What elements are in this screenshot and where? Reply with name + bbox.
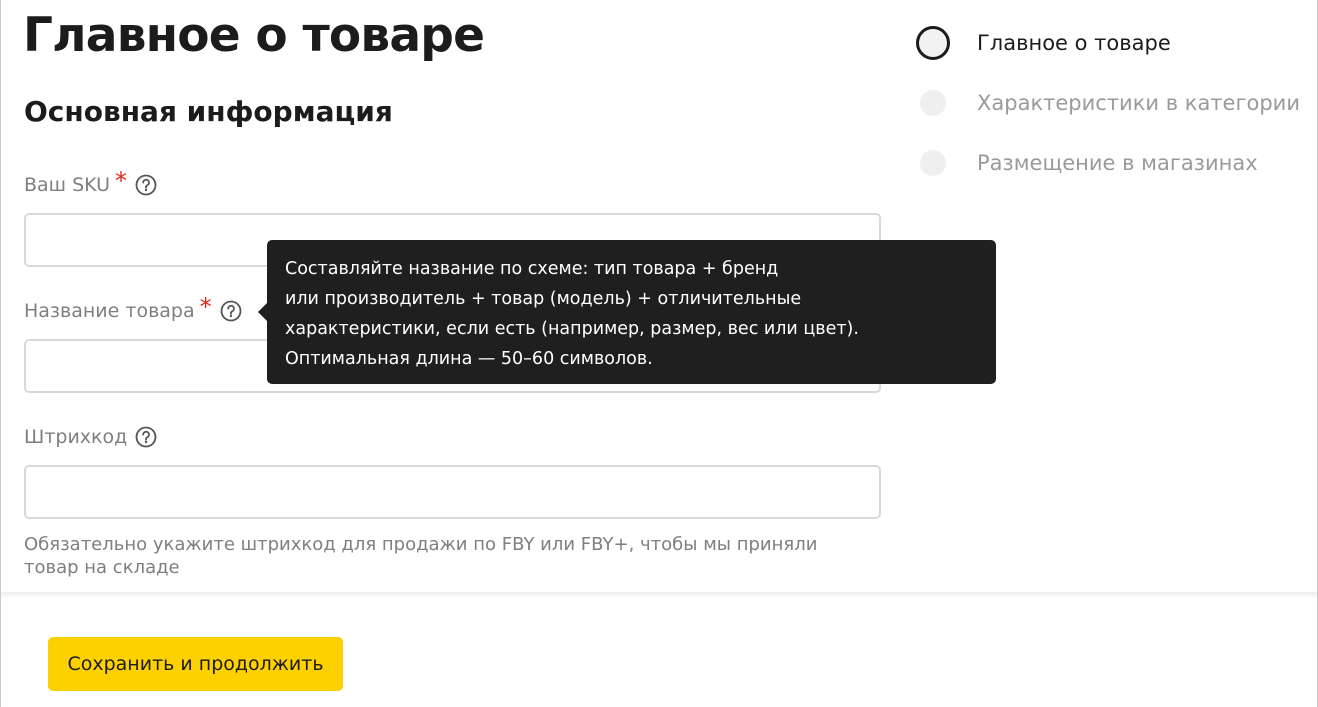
barcode-label-text: Штрихкод [24,426,128,448]
step-category-specs[interactable]: Характеристики в категории [916,86,1300,120]
step-store-placement[interactable]: Размещение в магазинах [916,146,1300,180]
tooltip-line: характеристики, если есть (например, раз… [285,319,859,339]
barcode-hint: Обязательно укажите штрихкод для продажи… [24,534,818,578]
step-pending-icon [916,86,950,120]
section-title: Основная информация [24,95,393,128]
step-main-info[interactable]: Главное о товаре [916,26,1300,60]
save-and-continue-button[interactable]: Сохранить и продолжить [48,637,343,691]
product-form-page: Главное о товаре Основная информация Ваш… [0,0,1318,707]
tooltip-line: Оптимальная длина — 50–60 символов. [285,349,653,369]
page-title: Главное о товаре [23,8,485,63]
progress-stepper: Главное о товаре Характеристики в катего… [916,26,1300,206]
product-name-tooltip: Составляйте название по схеме: тип товар… [258,240,996,384]
required-asterisk: * [199,293,212,321]
barcode-input[interactable] [24,465,881,519]
tooltip-line: Составляйте название по схеме: тип товар… [285,259,779,279]
barcode-label: Штрихкод [24,426,157,448]
product-name-label-text: Название товара [24,300,195,322]
step-label: Главное о товаре [977,31,1171,55]
step-pending-icon [916,146,950,180]
product-name-label: Название товара * [24,295,242,323]
step-label: Размещение в магазинах [977,151,1258,175]
footer-divider [1,592,1317,598]
step-current-icon [916,26,950,60]
sku-label-text: Ваш SKU [24,174,111,196]
tooltip-arrow [258,303,267,321]
sku-label: Ваш SKU * [24,169,157,197]
help-icon[interactable] [135,426,157,448]
help-icon[interactable] [220,300,242,322]
help-icon[interactable] [135,174,157,196]
required-asterisk: * [115,167,128,195]
step-label: Характеристики в категории [977,91,1300,115]
tooltip-line: или производитель + товар (модель) + отл… [285,289,802,309]
